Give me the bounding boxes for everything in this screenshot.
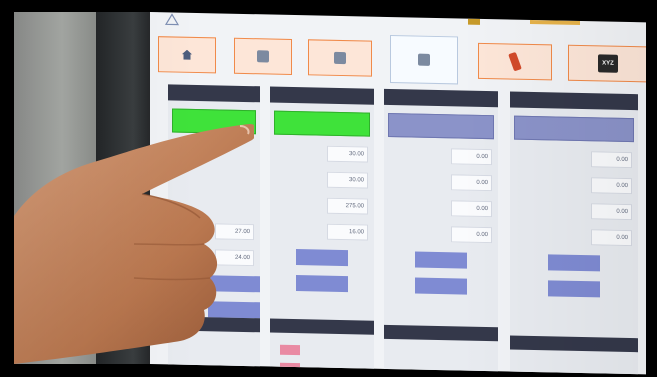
set-button[interactable]: [415, 251, 467, 269]
robot-arm-icon: [508, 51, 522, 72]
value-field[interactable]: 0.00: [451, 148, 492, 166]
station-header: [384, 88, 498, 108]
tab-bar: XYZ: [156, 30, 646, 86]
value-row: 0.00: [390, 199, 492, 218]
indicator-lamp: [280, 344, 300, 356]
value-row: 24.00: [174, 249, 254, 267]
station-column-4: 0.00 0.00 0.00 0.00: [510, 91, 638, 375]
value-row: 30.00: [276, 145, 368, 163]
value-field[interactable]: 30.00: [327, 171, 368, 189]
value-row: 0.00: [516, 176, 632, 195]
status-indicator-on: [274, 110, 370, 137]
station-footer: [168, 316, 260, 333]
reset-button[interactable]: [296, 275, 348, 293]
value-row: 0.00: [390, 225, 492, 244]
station-header: [270, 86, 374, 105]
set-button[interactable]: [296, 249, 348, 267]
value-field[interactable]: 0.00: [451, 200, 492, 218]
station-header: [510, 91, 638, 111]
value-field[interactable]: 0.00: [591, 203, 632, 221]
machine-icon: [257, 50, 269, 63]
tab-robot[interactable]: [478, 42, 552, 81]
value-field[interactable]: 16.00: [327, 223, 368, 241]
value-field[interactable]: 27.00: [215, 223, 254, 241]
reset-button[interactable]: [548, 280, 600, 298]
value-row: 0.00: [516, 150, 632, 169]
touchscreen-display: XYZ 27.00 24.00 30.00 30.00 275.00 16.00…: [150, 12, 646, 375]
monitor-bezel: [96, 12, 158, 364]
value-field[interactable]: 0.00: [451, 174, 492, 192]
topbar-indicator-bar: [530, 19, 580, 26]
value-field[interactable]: 0.00: [591, 229, 632, 247]
station-column-3: 0.00 0.00 0.00 0.00: [384, 88, 498, 375]
home-icon: [182, 50, 192, 60]
value-row: 0.00: [390, 173, 492, 192]
tab-home[interactable]: [158, 36, 216, 74]
station-column-1: 27.00 24.00: [168, 84, 260, 375]
value-field[interactable]: 0.00: [591, 177, 632, 195]
value-field[interactable]: 0.00: [451, 226, 492, 244]
machine-icon: [334, 51, 346, 65]
station-footer: [384, 324, 498, 342]
tab-machine-active[interactable]: [390, 35, 458, 85]
status-indicator-on: [172, 108, 256, 135]
action-button[interactable]: [208, 301, 260, 319]
status-indicator-off: [514, 115, 634, 143]
xyz-logo-icon: XYZ: [598, 54, 618, 73]
value-field[interactable]: 275.00: [327, 197, 368, 215]
value-row: 16.00: [276, 223, 368, 241]
value-row: 0.00: [516, 202, 632, 221]
set-button[interactable]: [548, 254, 600, 272]
value-row: 0.00: [516, 228, 632, 247]
action-button[interactable]: [208, 275, 260, 293]
value-row: 0.00: [390, 147, 492, 166]
value-field[interactable]: 24.00: [215, 249, 254, 267]
company-logo: [164, 12, 234, 27]
status-indicator-off: [388, 112, 494, 140]
tab-machine-2[interactable]: [308, 39, 372, 77]
station-footer: [270, 318, 374, 335]
tab-machine-1[interactable]: [234, 37, 292, 75]
value-row: 275.00: [276, 197, 368, 215]
value-row: 27.00: [174, 223, 254, 241]
value-field[interactable]: 30.00: [327, 145, 368, 163]
station-footer: [510, 335, 638, 353]
machine-icon: [418, 53, 430, 66]
tab-xyz[interactable]: XYZ: [568, 44, 646, 83]
reset-button[interactable]: [415, 277, 467, 295]
station-header: [168, 84, 260, 103]
value-field[interactable]: 0.00: [591, 151, 632, 169]
topbar-indicator: [468, 18, 480, 25]
value-row: 30.00: [276, 171, 368, 189]
station-column-2: 30.00 30.00 275.00 16.00: [270, 86, 374, 375]
